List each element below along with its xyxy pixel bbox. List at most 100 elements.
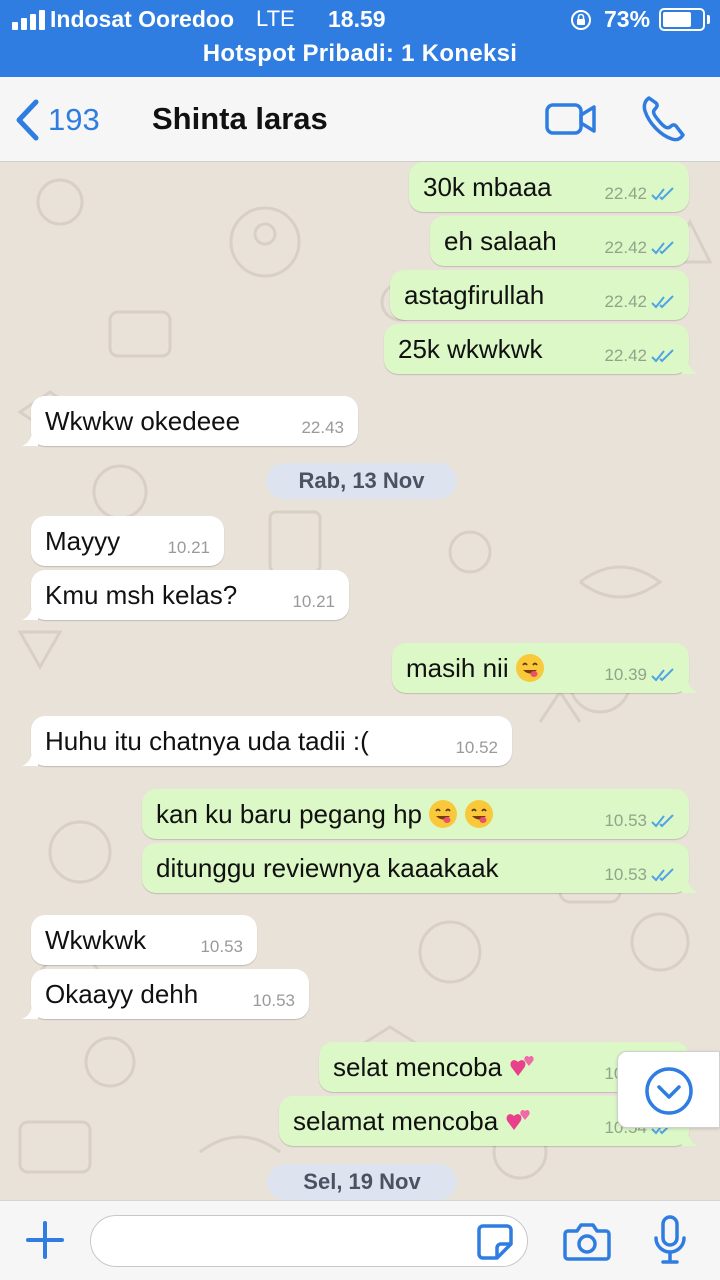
- message-bubble-incoming[interactable]: Wkwkwk 10.53: [31, 915, 257, 965]
- message-text: kan ku baru pegang hp: [156, 799, 494, 830]
- read-receipt-icon: [651, 868, 674, 882]
- message-bubble-outgoing[interactable]: masih nii 10.39: [392, 643, 698, 693]
- bubble-tail: [682, 358, 698, 374]
- message-bubble-incoming[interactable]: Okaayy dehh 10.53: [22, 969, 309, 1019]
- date-separator: Sel, 19 Nov: [267, 1164, 457, 1200]
- face-savoring-food-emoji: [515, 653, 544, 682]
- message-time: 10.39: [604, 665, 647, 684]
- contact-name[interactable]: Shinta laras: [152, 101, 328, 137]
- sticker-icon[interactable]: [475, 1222, 515, 1262]
- cellular-signal-icon: [12, 10, 46, 30]
- message-list[interactable]: 30k mbaaa 22.42 eh salaah 22.42 astagfir…: [0, 162, 720, 1200]
- message-text: Kmu msh kelas?: [45, 579, 238, 610]
- message-meta: 10.39: [604, 665, 675, 685]
- message-bubble-incoming[interactable]: Wkwkw okedeee 22.43: [22, 396, 358, 446]
- message-bubble-incoming[interactable]: Kmu msh kelas? 10.21: [22, 570, 349, 620]
- message-text: 30k mbaaa: [423, 171, 552, 202]
- scroll-to-bottom-button[interactable]: [617, 1051, 720, 1128]
- message-text: astagfirullah: [404, 279, 545, 310]
- message-text: Wkwkwk: [45, 924, 147, 955]
- read-receipt-icon: [651, 241, 674, 255]
- message-time: 22.42: [604, 292, 647, 311]
- read-receipt-icon: [651, 349, 674, 363]
- message-time: 10.53: [200, 937, 243, 956]
- carrier-name: Indosat Ooredoo: [50, 6, 234, 32]
- hotspot-banner[interactable]: Hotspot Pribadi: 1 Koneksi: [0, 40, 720, 68]
- message-input[interactable]: [90, 1215, 528, 1267]
- message-bubble-incoming[interactable]: Mayyy 10.21: [31, 516, 224, 566]
- message-meta: 22.42: [604, 238, 675, 258]
- battery-level: [663, 12, 691, 27]
- message-time: 22.42: [604, 238, 647, 257]
- message-text: eh salaah: [444, 225, 557, 256]
- message-text: ditunggu reviewnya kaaakaak: [156, 852, 499, 883]
- message-time: 10.52: [455, 738, 498, 757]
- two-hearts-emoji: [510, 1055, 534, 1076]
- message-meta: 10.53: [200, 937, 243, 957]
- battery-percent: 73%: [604, 6, 651, 32]
- read-receipt-icon: [651, 295, 674, 309]
- message-bubble-outgoing[interactable]: eh salaah 22.42: [430, 216, 689, 266]
- microphone-icon[interactable]: [650, 1214, 690, 1266]
- message-meta: 22.42: [604, 346, 675, 366]
- message-meta: 22.43: [301, 418, 344, 438]
- message-time: 22.43: [301, 418, 344, 437]
- bubble-tail: [22, 430, 38, 446]
- message-meta: 22.42: [604, 292, 675, 312]
- chevron-down-circle-icon: [645, 1067, 693, 1115]
- message-text: selamat mencoba: [293, 1106, 534, 1137]
- battery-icon: [659, 8, 705, 31]
- message-bubble-outgoing[interactable]: ditunggu reviewnya kaaakaak 10.53: [142, 843, 698, 893]
- message-time: 10.21: [167, 538, 210, 557]
- message-text-content: selamat mencoba: [293, 1105, 499, 1136]
- message-meta: 10.21: [292, 592, 335, 612]
- bubble-tail: [682, 677, 698, 693]
- chevron-left-icon: [16, 99, 39, 141]
- message-text: 25k wkwkwk: [398, 333, 543, 364]
- back-button[interactable]: 193: [14, 95, 100, 145]
- two-hearts-emoji: [506, 1109, 530, 1130]
- message-text: Okaayy dehh: [45, 978, 199, 1009]
- message-time: 22.42: [604, 184, 647, 203]
- network-type: LTE: [256, 6, 295, 31]
- message-time: 10.21: [292, 592, 335, 611]
- face-savoring-food-emoji: [429, 799, 457, 828]
- composer-bar: [0, 1200, 720, 1280]
- message-meta: 10.53: [252, 991, 295, 1011]
- chat-header: 193 Shinta laras: [0, 77, 720, 162]
- message-text-content: masih nii: [406, 652, 509, 683]
- bubble-tail: [682, 1130, 698, 1146]
- date-separator: Rab, 13 Nov: [266, 463, 457, 499]
- message-text: selat mencoba: [333, 1052, 538, 1083]
- message-time: 10.53: [604, 811, 647, 830]
- phone-icon[interactable]: [640, 93, 686, 143]
- rotation-lock-icon: [571, 10, 591, 30]
- bubble-tail: [22, 604, 38, 620]
- message-bubble-incoming[interactable]: Huhu itu chatnya uda tadii :( 10.52: [22, 716, 512, 766]
- message-time: 10.53: [604, 865, 647, 884]
- status-row: Indosat Ooredoo LTE 18.59 73%: [0, 0, 720, 40]
- read-receipt-icon: [651, 187, 674, 201]
- bubble-tail: [682, 877, 698, 893]
- unread-count: 193: [48, 102, 100, 137]
- status-clock: 18.59: [328, 6, 386, 32]
- battery-cap: [707, 15, 710, 24]
- bubble-tail: [22, 1003, 38, 1019]
- camera-icon[interactable]: [562, 1219, 612, 1263]
- message-text: Huhu itu chatnya uda tadii :(: [45, 725, 369, 756]
- face-savoring-food-emoji: [465, 799, 493, 828]
- video-camera-icon[interactable]: [544, 99, 598, 139]
- message-text-content: selat mencoba: [333, 1051, 503, 1082]
- message-bubble-outgoing[interactable]: 30k mbaaa 22.42: [409, 162, 689, 212]
- message-meta: 22.42: [604, 184, 675, 204]
- message-time: 10.53: [252, 991, 295, 1010]
- message-bubble-outgoing[interactable]: kan ku baru pegang hp 10.53: [142, 789, 689, 839]
- message-bubble-outgoing[interactable]: 25k wkwkwk 22.42: [384, 324, 698, 374]
- message-text: Mayyy: [45, 525, 121, 556]
- message-bubble-outgoing[interactable]: astagfirullah 22.42: [390, 270, 689, 320]
- message-meta: 10.53: [604, 811, 675, 831]
- message-text: masih nii: [406, 653, 545, 684]
- plus-icon[interactable]: [24, 1219, 66, 1261]
- message-time: 22.42: [604, 346, 647, 365]
- message-meta: 10.21: [167, 538, 210, 558]
